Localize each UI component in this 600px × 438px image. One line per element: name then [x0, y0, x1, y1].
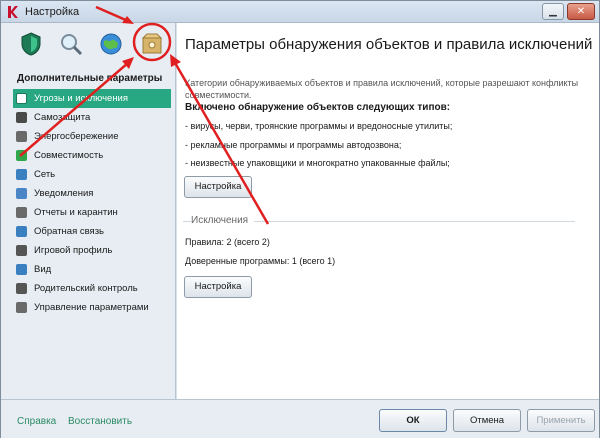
feedback-icon — [16, 226, 27, 237]
globe-icon[interactable] — [98, 31, 124, 57]
sidebar-nav: Угрозы и исключения Самозащита Энергосбере… — [13, 89, 171, 317]
sidebar-heading: Дополнительные параметры — [17, 73, 163, 84]
exclusions-setup-button[interactable]: Настройка — [184, 276, 252, 298]
minimize-button[interactable]: ▁ — [542, 3, 564, 20]
sidebar-item-label: Родительский контроль — [34, 283, 138, 294]
compatibility-icon — [16, 150, 27, 161]
sidebar-item[interactable]: Отчеты и карантин — [13, 203, 171, 222]
cancel-button[interactable]: Отмена — [453, 409, 521, 432]
sidebar-item-label: Самозащита — [34, 112, 91, 123]
sidebar-item-label: Управление параметрами — [34, 302, 149, 313]
gamepad-icon — [16, 245, 27, 256]
sidebar-item[interactable]: Управление параметрами — [13, 298, 171, 317]
sidebar-item[interactable]: Совместимость — [13, 146, 171, 165]
exclusions-label: Исключения — [191, 215, 255, 226]
detection-item: - рекламные программы и программы автодо… — [185, 140, 402, 150]
battery-icon — [16, 131, 27, 142]
sidebar-item[interactable]: Самозащита — [13, 108, 171, 127]
sidebar-item-label: Угрозы и исключения — [34, 93, 129, 104]
sidebar-item-label: Игровой профиль — [34, 245, 113, 256]
detection-section-title: Включено обнаружение объектов следующих … — [185, 102, 451, 113]
kaspersky-k-icon — [8, 6, 18, 18]
rules-count: Правила: 2 (всего 2) — [185, 237, 270, 247]
threats-icon — [16, 93, 27, 104]
sidebar-item[interactable]: Обратная связь — [13, 222, 171, 241]
page-description: Категории обнаруживаемых объектов и прав… — [185, 78, 579, 100]
footer-bar: Справка Восстановить ОК Отмена Применить — [1, 399, 599, 438]
selfdefense-icon — [16, 112, 27, 123]
sidebar-item-label: Отчеты и карантин — [34, 207, 118, 218]
notify-icon — [16, 188, 27, 199]
window-title: Настройка — [25, 6, 80, 18]
sidebar-item[interactable]: Сеть — [13, 165, 171, 184]
ok-button[interactable]: ОК — [379, 409, 447, 432]
sidebar-item[interactable]: Угрозы и исключения — [13, 89, 171, 108]
trusted-programs-count: Доверенные программы: 1 (всего 1) — [185, 256, 336, 266]
sidebar-item[interactable]: Энергосбережение — [13, 127, 171, 146]
title-bar[interactable]: Настройка ▁ ✕ — [1, 1, 599, 23]
magnifier-icon[interactable] — [58, 31, 84, 57]
sidebar-item[interactable]: Вид — [13, 260, 171, 279]
view-icon — [16, 264, 27, 275]
reports-icon — [16, 207, 27, 218]
restore-link[interactable]: Восстановить — [68, 416, 132, 427]
sidebar-item-label: Энергосбережение — [34, 131, 119, 142]
detection-setup-button[interactable]: Настройка — [184, 176, 252, 198]
detection-item: - вирусы, черви, троянские программы и в… — [185, 121, 453, 131]
sidebar: Дополнительные параметры Угрозы и исключ… — [1, 23, 176, 399]
sidebar-item-label: Уведомления — [34, 188, 94, 199]
sidebar-item[interactable]: Родительский контроль — [13, 279, 171, 298]
sidebar-item[interactable]: Уведомления — [13, 184, 171, 203]
sidebar-item-label: Совместимость — [34, 150, 104, 161]
close-button[interactable]: ✕ — [567, 3, 595, 20]
sidebar-item[interactable]: Игровой профиль — [13, 241, 171, 260]
shield-icon[interactable] — [18, 31, 44, 57]
apply-button[interactable]: Применить — [527, 409, 595, 432]
network-icon — [16, 169, 27, 180]
settings-window: Настройка ▁ ✕ Дополнительные параметры У… — [0, 0, 600, 438]
sidebar-item-label: Вид — [34, 264, 52, 275]
main-panel: Параметры обнаружения объектов и правила… — [177, 23, 599, 399]
sidebar-item-label: Обратная связь — [34, 226, 104, 237]
box-icon[interactable] — [139, 31, 165, 57]
detection-item: - неизвестные упаковщики и многократно у… — [185, 158, 450, 168]
page-title: Параметры обнаружения объектов и правила… — [185, 36, 593, 53]
parental-icon — [16, 283, 27, 294]
sidebar-item-label: Сеть — [34, 169, 56, 180]
settings-icon — [16, 302, 27, 313]
help-link[interactable]: Справка — [17, 416, 56, 427]
